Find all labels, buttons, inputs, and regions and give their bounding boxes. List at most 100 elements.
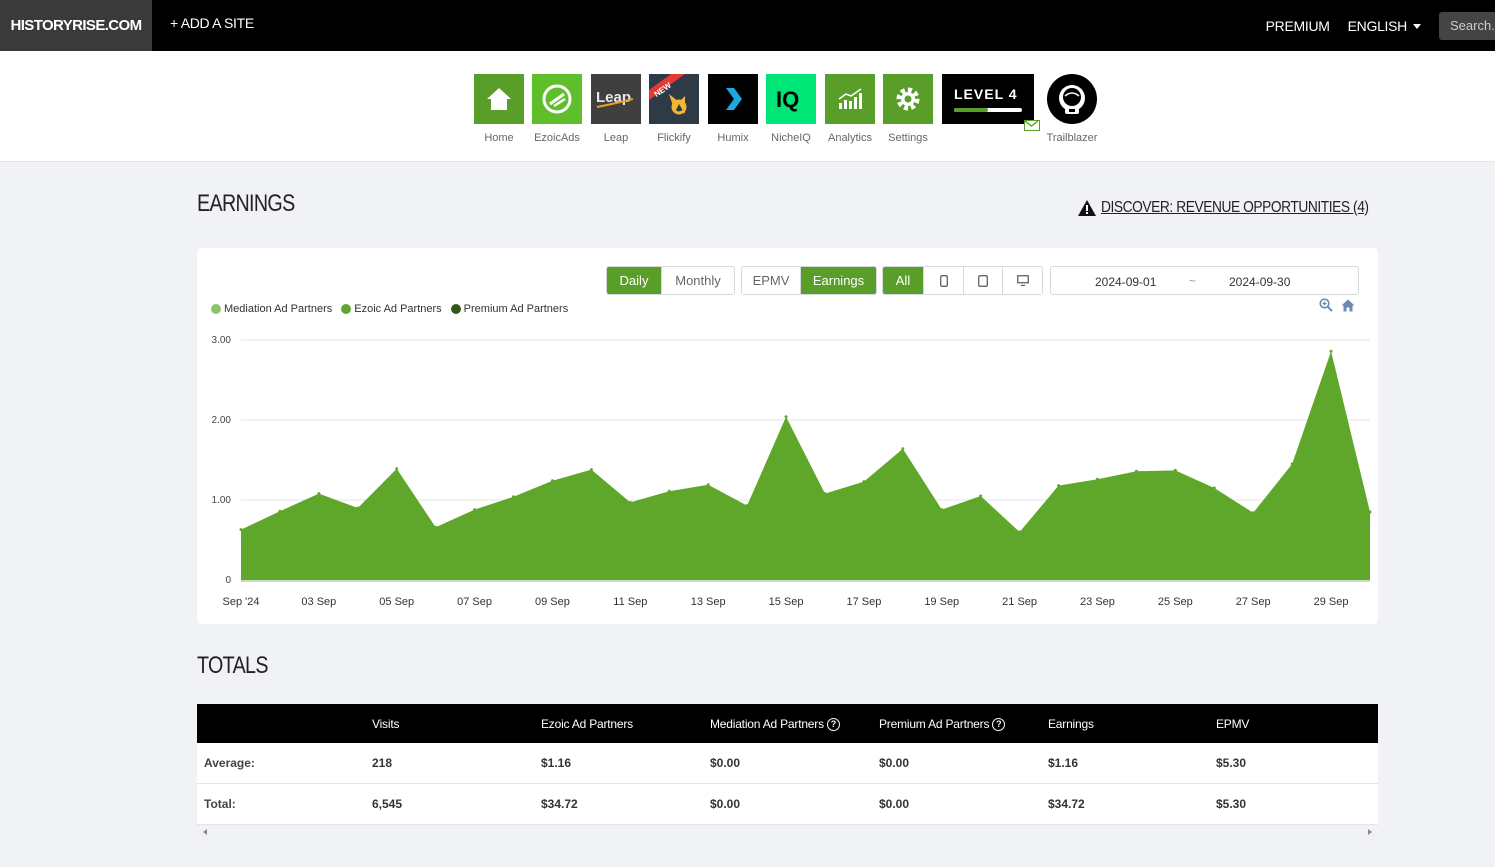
x-tick-label: 17 Sep [846,596,881,608]
metric-toggle: EPMV Earnings [741,266,877,295]
data-point[interactable] [356,506,360,510]
zoom-icon[interactable] [1319,298,1333,312]
language-dropdown[interactable]: ENGLISH [1348,18,1421,34]
help-icon[interactable]: ? [992,717,1006,731]
data-point[interactable] [1251,511,1255,515]
col-mediation-ad-partners[interactable]: Mediation Ad Partners? [710,717,840,731]
data-point[interactable] [434,525,438,529]
app-settings[interactable]: Settings [883,74,933,144]
epmv-button[interactable]: EPMV [742,267,801,294]
col-earnings[interactable]: Earnings [1048,717,1094,731]
data-point[interactable] [940,508,944,512]
horizontal-scrollbar[interactable] [197,825,1378,841]
area-series-ezoic-ad-partners[interactable] [241,351,1370,580]
scroll-left-icon[interactable] [203,829,207,835]
data-point[interactable] [317,492,321,496]
mobile-button[interactable] [924,267,964,294]
data-point[interactable] [1095,477,1099,481]
data-point[interactable] [1173,468,1177,472]
date-end[interactable]: 2024-09-30 [1229,275,1290,289]
app-ezoicads[interactable]: EzoicAds [532,74,582,144]
earnings-button[interactable]: Earnings [801,267,876,294]
data-point[interactable] [823,492,827,496]
earnings-area-chart[interactable]: 0 1.00 2.00 3.00 Sep '24 03 Sep 05 Sep 07 Sep 09… [197,328,1378,624]
discover-revenue-link[interactable]: DISCOVER: REVENUE OPPORTUNITIES (4) [1077,199,1378,217]
legend-item-mediation[interactable]: Mediation Ad Partners [211,303,332,315]
data-point[interactable] [1057,484,1061,488]
col-premium-ad-partners[interactable]: Premium Ad Partners? [879,717,1006,731]
site-brand[interactable]: HISTORYRISE.COM [0,0,152,51]
col-epmv[interactable]: EPMV [1216,717,1249,731]
monthly-button[interactable]: Monthly [662,267,734,294]
x-tick-label: 13 Sep [691,596,726,608]
col-ezoic-ad-partners[interactable]: Ezoic Ad Partners [541,717,633,731]
mobile-icon [939,274,948,287]
data-point[interactable] [1212,486,1216,490]
data-point[interactable] [745,504,749,508]
data-point[interactable] [1329,349,1333,353]
cell-visits: 218 [372,756,393,770]
y-tick-label: 2.00 [212,415,232,426]
language-label: ENGLISH [1347,17,1408,34]
cell-mediation: $0.00 [710,797,741,811]
level-badge[interactable]: LEVEL 4 [942,74,1034,124]
level-text: LEVEL 4 [954,86,1018,102]
x-tick-label: 11 Sep [613,596,647,608]
humix-icon [708,74,758,124]
data-point[interactable] [395,467,399,471]
scroll-right-icon[interactable] [1368,829,1372,835]
tablet-button[interactable] [964,267,1003,294]
data-point[interactable] [239,528,243,532]
legend-item-ezoic[interactable]: Ezoic Ad Partners [341,303,442,315]
app-nicheiq[interactable]: IQ NicheIQ [766,74,816,144]
cell-ezoic: $34.72 [541,797,578,811]
data-point[interactable] [667,489,671,493]
app-navigation: Home EzoicAds Leap Leap NEW Flickify Hum… [0,51,1495,162]
totals-title: TOTALS [197,652,268,679]
home-icon [474,74,524,124]
desktop-button[interactable] [1003,267,1042,294]
caret-down-icon [1413,24,1421,30]
data-point[interactable] [512,495,516,499]
x-tick-label: 09 Sep [535,596,570,608]
data-point[interactable] [1134,469,1138,473]
date-range-picker[interactable]: 2024-09-01 ~ 2024-09-30 [1050,266,1359,295]
data-point[interactable] [784,415,788,419]
data-point[interactable] [550,479,554,483]
legend-item-premium[interactable]: Premium Ad Partners [450,303,568,315]
search-input[interactable]: Search... [1439,11,1495,40]
x-tick-label: 29 Sep [1314,596,1349,608]
row-label: Average: [204,756,255,770]
data-point[interactable] [979,494,983,498]
data-point[interactable] [1290,462,1294,466]
data-point[interactable] [706,483,710,487]
data-point[interactable] [473,508,477,512]
add-site-link[interactable]: + ADD A SITE [170,15,254,31]
date-start[interactable]: 2024-09-01 [1095,275,1156,289]
all-devices-button[interactable]: All [883,267,924,294]
legend-label: Mediation Ad Partners [224,303,333,315]
level-progress-fill [954,108,988,112]
trailblazer[interactable]: Trailblazer [1047,74,1097,144]
y-tick-label: 0 [225,575,231,586]
cell-earnings: $1.16 [1048,756,1079,770]
reset-zoom-home-icon[interactable] [1341,299,1355,312]
legend-dot [211,304,221,314]
data-point[interactable] [901,447,905,451]
help-icon[interactable]: ? [826,717,840,731]
app-flickify[interactable]: NEW Flickify [649,74,699,144]
premium-link[interactable]: PREMIUM [1266,18,1330,34]
data-point[interactable] [589,468,593,472]
col-visits[interactable]: Visits [372,717,399,731]
data-point[interactable] [278,509,282,513]
data-point[interactable] [628,500,632,504]
daily-button[interactable]: Daily [607,267,662,294]
envelope-icon[interactable] [1024,120,1040,131]
data-point[interactable] [1018,530,1022,534]
data-point[interactable] [862,480,866,484]
data-point[interactable] [1368,510,1372,514]
cell-mediation: $0.00 [710,756,741,770]
x-tick-label: 15 Sep [769,596,804,608]
legend-dot [450,304,461,314]
ezoicads-icon [532,74,582,124]
